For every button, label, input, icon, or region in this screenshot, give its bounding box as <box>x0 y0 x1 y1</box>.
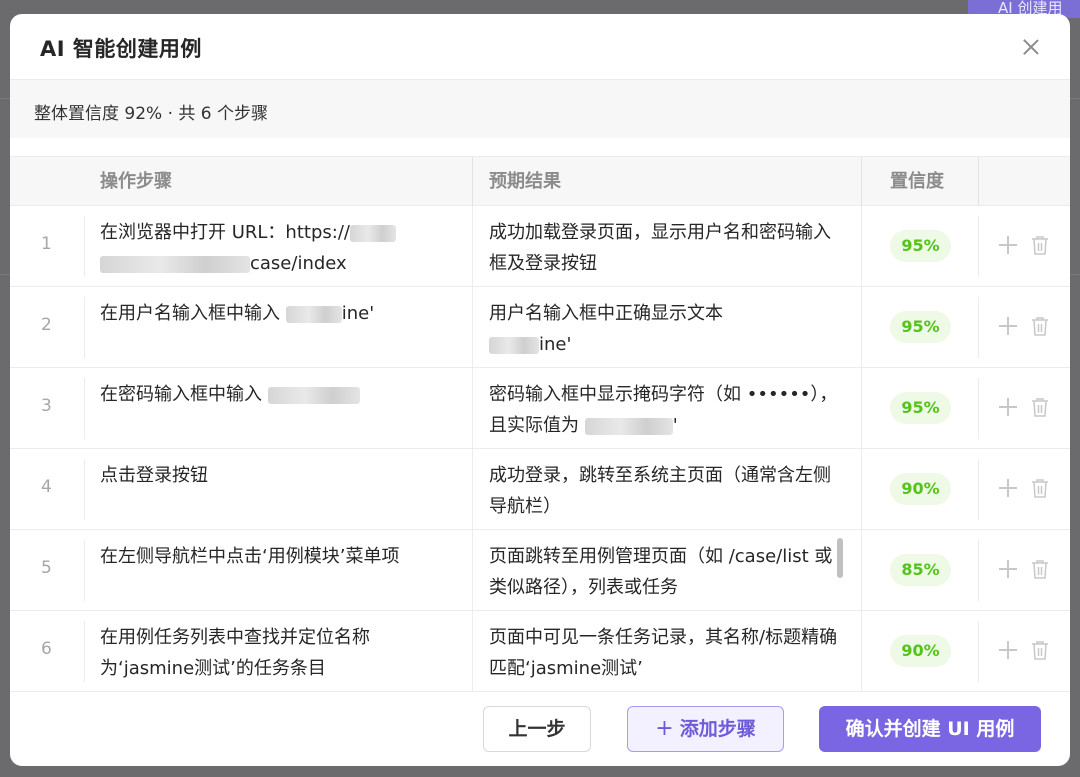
modal-footer: 上一步 + 添加步骤 确认并创建 UI 用例 <box>10 691 1070 766</box>
row-divider <box>84 621 85 682</box>
row-divider <box>978 378 979 439</box>
expected-text[interactable]: 页面跳转至用例管理页面（如 /case/list 或类似路径），列表或任务 <box>489 541 844 603</box>
add-step-icon[interactable] <box>999 560 1017 578</box>
column-divider <box>861 449 862 530</box>
add-step-icon[interactable] <box>999 236 1017 254</box>
column-divider <box>472 449 473 530</box>
redacted-text <box>100 255 250 273</box>
trash-icon[interactable] <box>1031 559 1049 579</box>
trash-icon[interactable] <box>1031 316 1049 336</box>
column-divider <box>861 368 862 449</box>
column-divider <box>861 611 862 692</box>
column-header-confidence: 置信度 <box>890 171 944 192</box>
redacted-text <box>285 305 342 323</box>
step-text[interactable]: 在用户名输入框中输入 ine' <box>100 298 455 329</box>
table-row: 6 在用例任务列表中查找并定位名称为‘jasmine测试’的任务条目 页面中可见… <box>10 611 1070 692</box>
confidence-summary: 整体置信度 92% · 共 6 个步骤 <box>10 80 1070 138</box>
redacted-text <box>349 224 396 242</box>
trash-icon[interactable] <box>1031 478 1049 498</box>
ai-create-case-modal: AI 智能创建用例 整体置信度 92% · 共 6 个步骤 操作步骤 预期结果 … <box>10 14 1070 766</box>
plus-icon: + <box>655 716 674 741</box>
row-divider <box>978 540 979 601</box>
steps-table: 操作步骤 预期结果 置信度 1 在浏览器中打开 URL：https:// cas… <box>10 156 1070 692</box>
modal-header: AI 智能创建用例 <box>10 14 1070 80</box>
column-divider <box>861 206 862 287</box>
redacted-text <box>489 336 539 354</box>
expected-text[interactable]: 成功登录，跳转至系统主页面（通常含左侧导航栏） <box>489 460 844 522</box>
confirm-create-button[interactable]: 确认并创建 UI 用例 <box>819 706 1041 752</box>
row-divider <box>84 378 85 439</box>
column-header-step: 操作步骤 <box>100 171 172 192</box>
row-divider <box>84 459 85 520</box>
column-divider <box>472 206 473 287</box>
table-row: 2 在用户名输入框中输入 ine' 用户名输入框中正确显示文本 ine' 95% <box>10 287 1070 368</box>
row-divider <box>84 297 85 358</box>
confidence-badge: 85% <box>890 554 951 586</box>
confidence-badge: 90% <box>890 635 951 667</box>
expected-text[interactable]: 页面中可见一条任务记录，其名称/标题精确匹配‘jasmine测试’ <box>489 622 844 684</box>
step-text[interactable]: 在浏览器中打开 URL：https:// case/index <box>100 217 455 279</box>
confidence-badge: 95% <box>890 311 951 343</box>
row-number: 6 <box>41 639 52 659</box>
add-step-icon[interactable] <box>999 317 1017 335</box>
row-divider <box>978 297 979 358</box>
column-divider <box>472 287 473 368</box>
confidence-badge: 95% <box>890 392 951 424</box>
table-row: 5 在左侧导航栏中点击‘用例模块’菜单项 页面跳转至用例管理页面（如 /case… <box>10 530 1070 611</box>
add-step-icon[interactable] <box>999 641 1017 659</box>
redacted-text <box>584 417 673 435</box>
step-text[interactable]: 在左侧导航栏中点击‘用例模块’菜单项 <box>100 541 455 572</box>
step-text[interactable]: 点击登录按钮 <box>100 460 455 491</box>
column-divider <box>472 611 473 692</box>
cell-scrollbar[interactable] <box>837 538 843 578</box>
row-number: 3 <box>41 396 52 416</box>
add-step-icon[interactable] <box>999 479 1017 497</box>
row-number: 2 <box>41 315 52 335</box>
redacted-text <box>267 386 360 404</box>
row-divider <box>84 216 85 277</box>
column-divider <box>472 157 473 206</box>
row-number: 1 <box>41 234 52 254</box>
row-divider <box>978 621 979 682</box>
column-divider <box>861 530 862 611</box>
previous-step-button[interactable]: 上一步 <box>483 706 591 752</box>
row-number: 4 <box>41 477 52 497</box>
add-step-button[interactable]: + 添加步骤 <box>627 706 784 752</box>
column-divider <box>861 287 862 368</box>
table-row: 1 在浏览器中打开 URL：https:// case/index 成功加载登录… <box>10 206 1070 287</box>
row-divider <box>978 459 979 520</box>
table-row: 3 在密码输入框中输入 密码输入框中显示掩码字符（如 ••••••），且实际值为… <box>10 368 1070 449</box>
table-row: 4 点击登录按钮 成功登录，跳转至系统主页面（通常含左侧导航栏） 90% <box>10 449 1070 530</box>
trash-icon[interactable] <box>1031 397 1049 417</box>
confidence-badge: 90% <box>890 473 951 505</box>
row-divider <box>978 216 979 277</box>
row-divider <box>84 540 85 601</box>
row-number: 5 <box>41 558 52 578</box>
trash-icon[interactable] <box>1031 640 1049 660</box>
column-divider <box>978 157 979 206</box>
step-text[interactable]: 在用例任务列表中查找并定位名称为‘jasmine测试’的任务条目 <box>100 622 455 684</box>
expected-text[interactable]: 成功加载登录页面，显示用户名和密码输入框及登录按钮 <box>489 217 844 279</box>
table-header: 操作步骤 预期结果 置信度 <box>10 157 1070 206</box>
trash-icon[interactable] <box>1031 235 1049 255</box>
expected-text[interactable]: 用户名输入框中正确显示文本 ine' <box>489 298 844 360</box>
confidence-badge: 95% <box>890 230 951 262</box>
close-icon[interactable] <box>1020 36 1042 58</box>
column-header-expected: 预期结果 <box>489 171 561 192</box>
summary-text: 整体置信度 92% · 共 6 个步骤 <box>34 104 269 124</box>
expected-text[interactable]: 密码输入框中显示掩码字符（如 ••••••），且实际值为 ' <box>489 379 844 441</box>
add-step-icon[interactable] <box>999 398 1017 416</box>
modal-title: AI 智能创建用例 <box>40 37 202 61</box>
column-divider <box>472 368 473 449</box>
column-divider <box>861 157 862 206</box>
step-text[interactable]: 在密码输入框中输入 <box>100 379 455 410</box>
column-divider <box>472 530 473 611</box>
